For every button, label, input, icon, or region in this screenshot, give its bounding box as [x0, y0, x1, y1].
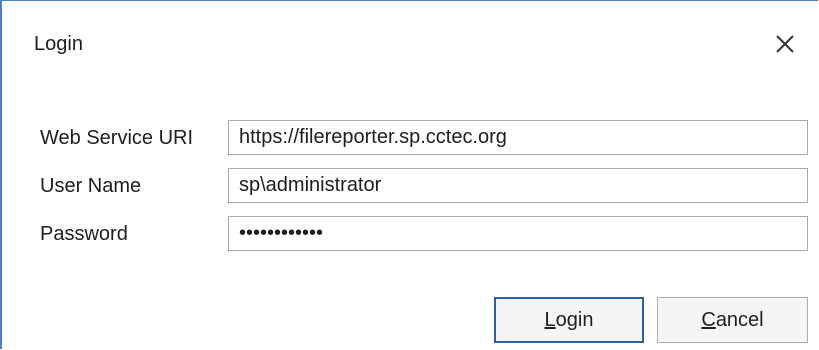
login-button-label: ogin	[555, 309, 594, 331]
close-button[interactable]	[770, 29, 800, 59]
cancel-button[interactable]: Cancel	[657, 297, 808, 343]
password-input[interactable]	[228, 216, 808, 251]
cancel-button-mnemonic: C	[701, 309, 716, 331]
user-name-input[interactable]	[228, 168, 808, 203]
dialog-title: Login	[34, 33, 83, 55]
password-label: Password	[40, 223, 128, 245]
close-icon	[770, 29, 800, 59]
login-button[interactable]: Login	[494, 297, 644, 343]
login-button-mnemonic: L	[544, 309, 556, 331]
user-name-label: User Name	[40, 175, 142, 197]
web-service-uri-label: Web Service URI	[40, 127, 194, 149]
login-dialog: Login Web Service URI User Name Password…	[0, 0, 818, 349]
cancel-button-label: ancel	[715, 309, 764, 331]
web-service-uri-input[interactable]	[228, 120, 808, 155]
